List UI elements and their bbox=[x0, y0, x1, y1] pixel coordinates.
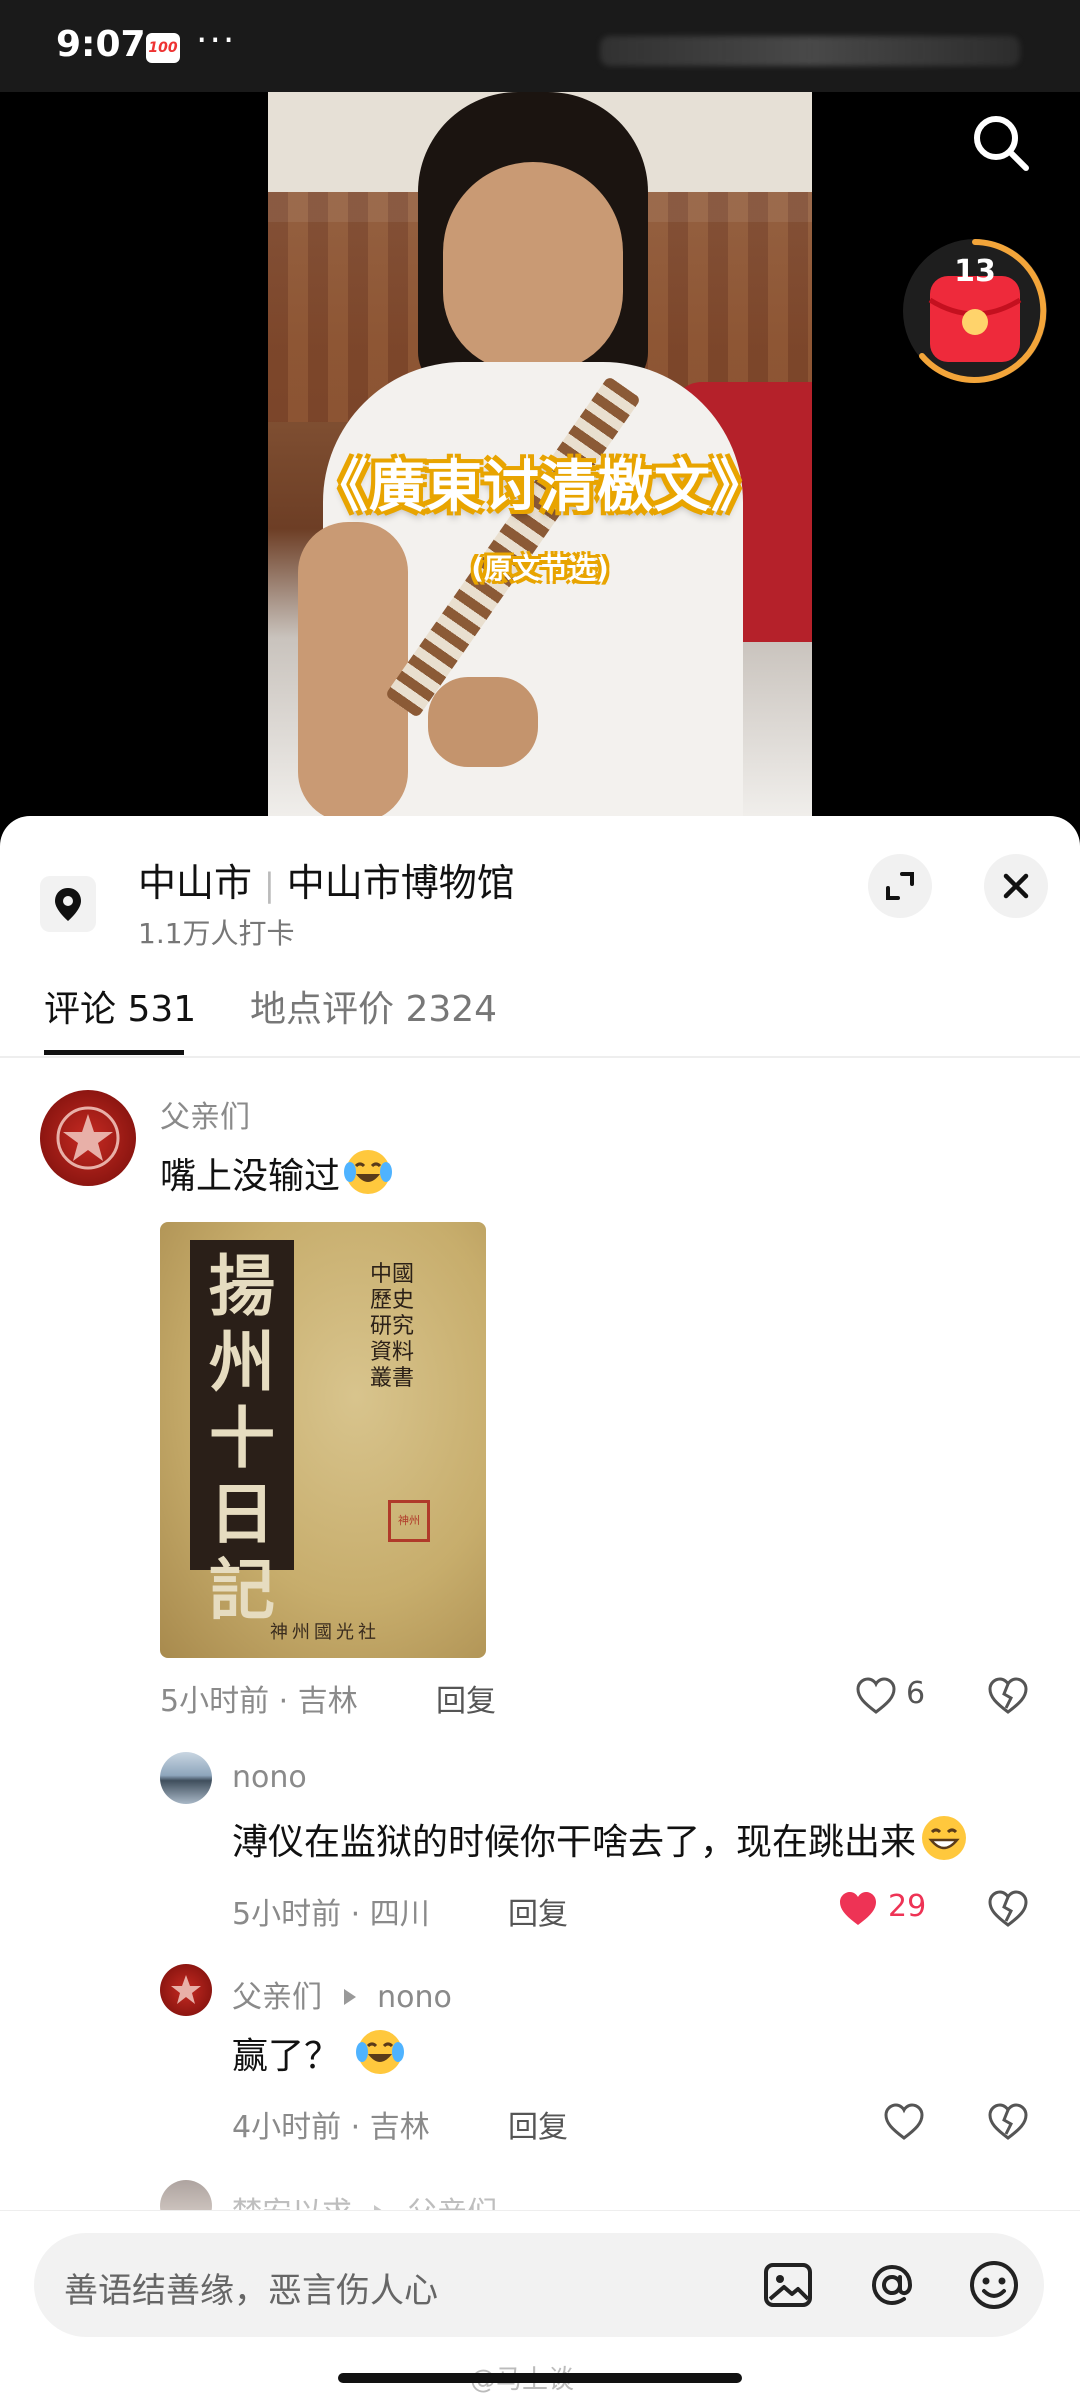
comment-region: 四川 bbox=[369, 1897, 430, 1932]
video-caption-subtitle: (原文节选) bbox=[471, 552, 609, 585]
like-button[interactable] bbox=[882, 2100, 926, 2144]
status-time: 9:07 bbox=[56, 24, 146, 65]
video-player[interactable]: 《廣東讨清檄文》 (原文节选) bbox=[0, 92, 1080, 820]
meta-separator: · bbox=[269, 1684, 298, 1719]
image-icon bbox=[764, 2263, 812, 2307]
comment-time: 4小时前 bbox=[232, 2110, 342, 2145]
red-star-icon bbox=[56, 1106, 120, 1170]
video-figure-hand bbox=[428, 677, 538, 767]
comment-user-line: 父亲们 nono bbox=[232, 1972, 452, 2016]
status-bar: 9:07 100 ··· bbox=[0, 0, 1080, 92]
expand-icon bbox=[886, 872, 914, 900]
red-packet-button[interactable]: 13 bbox=[900, 236, 1050, 386]
location-place[interactable]: 中山市博物馆 bbox=[287, 861, 515, 905]
heart-outline-icon bbox=[884, 2103, 924, 2140]
comment-text-content: 赢了？ bbox=[232, 2036, 341, 2077]
tab-comments[interactable]: 评论 531 bbox=[44, 980, 196, 1032]
heart-filled-icon bbox=[840, 1892, 876, 1925]
comment-meta: 4小时前 · 吉林 bbox=[232, 2102, 430, 2146]
laughing-crying-emoji-icon bbox=[356, 2030, 405, 2074]
comment-meta: 5小时前 · 四川 bbox=[232, 1889, 430, 1933]
comment-text: 赢了？ bbox=[232, 2026, 406, 2079]
dislike-button[interactable] bbox=[986, 1887, 1030, 1931]
like-count: 29 bbox=[888, 1889, 927, 1924]
comment-username[interactable]: 父亲们 bbox=[232, 1980, 322, 2015]
comment-username[interactable]: 父亲们 bbox=[160, 1092, 250, 1136]
book-series-title: 中國歷史研究資料叢書 bbox=[370, 1262, 415, 1391]
status-more-icon: ··· bbox=[196, 20, 237, 61]
avatar[interactable] bbox=[160, 1752, 212, 1804]
comment-time: 5小时前 bbox=[160, 1684, 270, 1719]
comment-time: 5小时前 bbox=[232, 1897, 342, 1932]
video-caption-title: 《廣東讨清檄文》 bbox=[312, 455, 768, 520]
video-frame[interactable]: 《廣東讨清檄文》 (原文节选) bbox=[268, 92, 812, 820]
meta-separator: · bbox=[341, 2110, 370, 2145]
emoji-button[interactable] bbox=[966, 2257, 1022, 2313]
book-seal: 神州 bbox=[388, 1500, 430, 1542]
comment-username[interactable]: nono bbox=[232, 1760, 307, 1795]
close-icon bbox=[1003, 873, 1029, 899]
comment-input[interactable]: 善语结善缘，恶言伤人心 bbox=[34, 2233, 1044, 2337]
comment-region: 吉林 bbox=[297, 1684, 358, 1719]
avatar[interactable] bbox=[40, 1090, 136, 1186]
location-title[interactable]: 中山市 | 中山市博物馆 bbox=[138, 852, 515, 907]
status-icons-blurred bbox=[600, 36, 1020, 66]
home-indicator[interactable] bbox=[338, 2373, 742, 2383]
reply-button[interactable]: 回复 bbox=[436, 1676, 496, 1720]
comment-meta: 5小时前 · 吉林 bbox=[160, 1676, 358, 1720]
book-publisher: 神州國光社 bbox=[270, 1622, 380, 1643]
red-star-icon bbox=[171, 1975, 201, 2004]
comment-region: 吉林 bbox=[369, 2110, 430, 2145]
comment-text-content: 嘴上没输过 bbox=[160, 1156, 341, 1197]
broken-heart-icon bbox=[988, 1890, 1028, 1927]
broken-heart-icon bbox=[988, 2103, 1028, 2140]
comment-input-placeholder[interactable]: 善语结善缘，恶言伤人心 bbox=[64, 2263, 438, 2312]
tab-divider bbox=[0, 1056, 1080, 1058]
video-figure-face bbox=[443, 162, 623, 372]
heart-outline-icon bbox=[856, 1677, 896, 1714]
grinning-emoji-icon bbox=[922, 1816, 967, 1860]
reply-button[interactable]: 回复 bbox=[508, 2102, 568, 2146]
comment-input-bar: 善语结善缘，恶言伤人心 @马上谈 bbox=[0, 2210, 1080, 2400]
red-packet-count: 13 bbox=[954, 254, 996, 289]
location-pin-icon bbox=[40, 876, 96, 932]
comment-sheet: 中山市 | 中山市博物馆 1.1万人打卡 评论 531 地点评价 2324 父亲们 … bbox=[0, 816, 1080, 2400]
comment-text: 溥仪在监狱的时候你干啥去了，现在跳出来 bbox=[232, 1812, 970, 1865]
search-button[interactable] bbox=[966, 108, 1036, 178]
close-button[interactable] bbox=[984, 854, 1048, 918]
tab-place-reviews[interactable]: 地点评价 2324 bbox=[250, 980, 497, 1032]
location-city[interactable]: 中山市 bbox=[138, 861, 252, 905]
at-mention-icon bbox=[871, 2264, 913, 2306]
expand-button[interactable] bbox=[868, 854, 932, 918]
like-count: 6 bbox=[906, 1676, 926, 1711]
reply-button[interactable]: 回复 bbox=[508, 1889, 568, 1933]
search-icon bbox=[974, 116, 1029, 171]
location-divider: | bbox=[264, 866, 275, 904]
image-button[interactable] bbox=[760, 2257, 816, 2313]
avatar[interactable] bbox=[160, 1964, 212, 2016]
dislike-button[interactable] bbox=[986, 1674, 1030, 1718]
like-button[interactable] bbox=[854, 1674, 898, 1718]
dislike-button[interactable] bbox=[986, 2100, 1030, 2144]
broken-heart-icon bbox=[988, 1677, 1028, 1714]
reply-arrow-icon bbox=[343, 1989, 356, 2005]
reply-to-username[interactable]: nono bbox=[377, 1980, 452, 2015]
like-button[interactable] bbox=[836, 1887, 880, 1931]
laughing-crying-emoji-icon bbox=[344, 1150, 393, 1194]
meta-separator: · bbox=[341, 1897, 370, 1932]
app-notification-icon: 100 bbox=[146, 33, 180, 63]
book-main-title: 揚州十日記 bbox=[209, 1247, 275, 1629]
mention-button[interactable] bbox=[864, 2257, 920, 2313]
location-checkins: 1.1万人打卡 bbox=[138, 917, 295, 950]
comment-image[interactable]: 揚州十日記 中國歷史研究資料叢書 神州 神州國光社 bbox=[160, 1222, 486, 1658]
comment-text: 嘴上没输过 bbox=[160, 1146, 394, 1199]
smiley-icon bbox=[970, 2261, 1018, 2309]
comment-text-content: 溥仪在监狱的时候你干啥去了，现在跳出来 bbox=[232, 1822, 917, 1863]
tab-active-indicator bbox=[44, 1050, 184, 1055]
